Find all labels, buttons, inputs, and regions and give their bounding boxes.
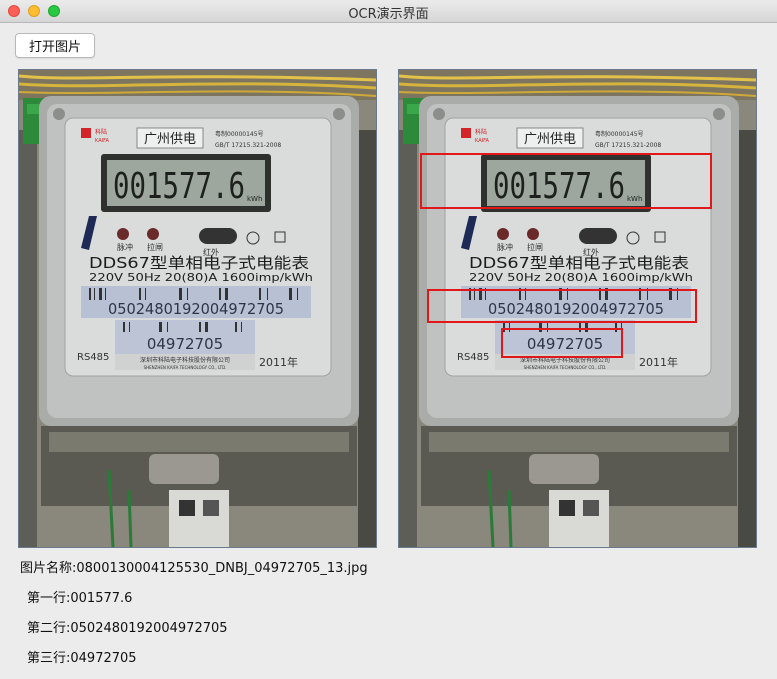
svg-text:拉闸: 拉闸 [527, 242, 543, 252]
original-image-panel: 科陆 KAIFA 广州供电 粤制00000145号 GB/T 17215.321… [18, 69, 377, 548]
svg-text:SHENZHEN KAIFA TECHNOLOGY CO.,: SHENZHEN KAIFA TECHNOLOGY CO., LTD. [524, 365, 607, 370]
result-line-2: 第二行:0502480192004972705 [27, 617, 228, 636]
line-1-label: 第一行: [27, 591, 71, 606]
line-3-value: 04972705 [70, 651, 137, 666]
svg-text:RS485: RS485 [457, 352, 489, 363]
svg-text:脉冲: 脉冲 [117, 242, 133, 252]
annotated-image-panel: 科陆 KAIFA 广州供电 粤制00000145号 GB/T 17215.321… [398, 69, 757, 548]
line-2-value: 0502480192004972705 [70, 621, 228, 636]
svg-text:001577.6: 001577.6 [493, 166, 625, 207]
line-2-label: 第二行: [27, 621, 71, 636]
svg-text:220V 50Hz 20(80)A 1600imp/k: 220V 50Hz 20(80)A 1600imp/kWh [469, 271, 693, 284]
svg-text:DDS67型单相电子式电能表: DDS67型单相电子式电能表 [469, 254, 689, 272]
line-1-value: 001577.6 [70, 591, 133, 606]
svg-text:SHENZHEN KAIFA TECHNOLOGY CO.,: SHENZHEN KAIFA TECHNOLOGY CO., LTD. [144, 365, 227, 370]
title-bar: OCR演示界面 [0, 0, 777, 23]
svg-text:001577.6: 001577.6 [113, 166, 245, 207]
svg-text:粤制00000145号: 粤制00000145号 [595, 130, 644, 138]
svg-text:2011年: 2011年 [259, 355, 298, 369]
filename-row: 图片名称:0800130004125530_DNBJ_04972705_13.j… [20, 557, 368, 576]
svg-text:科陆: 科陆 [475, 128, 487, 136]
svg-text:DDS67型单相电子式电能表: DDS67型单相电子式电能表 [89, 254, 309, 272]
svg-text:04972705: 04972705 [527, 335, 603, 353]
svg-text:广州供电: 广州供电 [144, 132, 196, 147]
result-line-3: 第三行:04972705 [27, 647, 137, 666]
meter-illustration: 科陆 KAIFA 广州供电 粤制00000145号 GB/T 17215.321… [19, 70, 376, 547]
filename-label: 图片名称: [20, 561, 77, 576]
svg-text:KAIFA: KAIFA [95, 138, 110, 144]
line-3-label: 第三行: [27, 651, 71, 666]
svg-text:RS485: RS485 [77, 352, 109, 363]
svg-text:kWh: kWh [247, 195, 262, 203]
annotated-meter-photo: 科陆 KAIFA 广州供电 粤制00000145号 GB/T 17215.321… [399, 70, 756, 547]
svg-text:220V 50Hz 20(80)A 1600imp/k: 220V 50Hz 20(80)A 1600imp/kWh [89, 271, 313, 284]
meter-photo: 科陆 KAIFA 广州供电 粤制00000145号 GB/T 17215.321… [19, 70, 376, 547]
svg-text:0502480192004972705: 0502480192004972705 [108, 300, 284, 318]
svg-text:2011年: 2011年 [639, 355, 678, 369]
svg-text:脉冲: 脉冲 [497, 242, 513, 252]
result-line-1: 第一行:001577.6 [27, 587, 132, 606]
svg-text:GB/T 17215.321-2008: GB/T 17215.321-2008 [215, 142, 281, 149]
svg-text:粤制00000145号: 粤制00000145号 [215, 130, 264, 138]
svg-text:kWh: kWh [627, 195, 642, 203]
svg-text:GB/T 17215.321-2008: GB/T 17215.321-2008 [595, 142, 661, 149]
svg-text:拉闸: 拉闸 [147, 242, 163, 252]
svg-text:KAIFA: KAIFA [475, 138, 490, 144]
open-image-button[interactable]: 打开图片 [15, 33, 95, 58]
svg-text:广州供电: 广州供电 [524, 132, 576, 147]
filename-value: 0800130004125530_DNBJ_04972705_13.jpg [76, 561, 368, 576]
svg-text:科陆: 科陆 [95, 128, 107, 136]
svg-text:04972705: 04972705 [147, 335, 223, 353]
svg-text:深圳市科陆电子科技股份有限公司: 深圳市科陆电子科技股份有限公司 [140, 356, 230, 364]
meter-illustration: 科陆 KAIFA 广州供电 粤制00000145号 GB/T 17215.321… [399, 70, 756, 547]
window-title: OCR演示界面 [348, 7, 429, 22]
svg-text:0502480192004972705: 0502480192004972705 [488, 300, 664, 318]
